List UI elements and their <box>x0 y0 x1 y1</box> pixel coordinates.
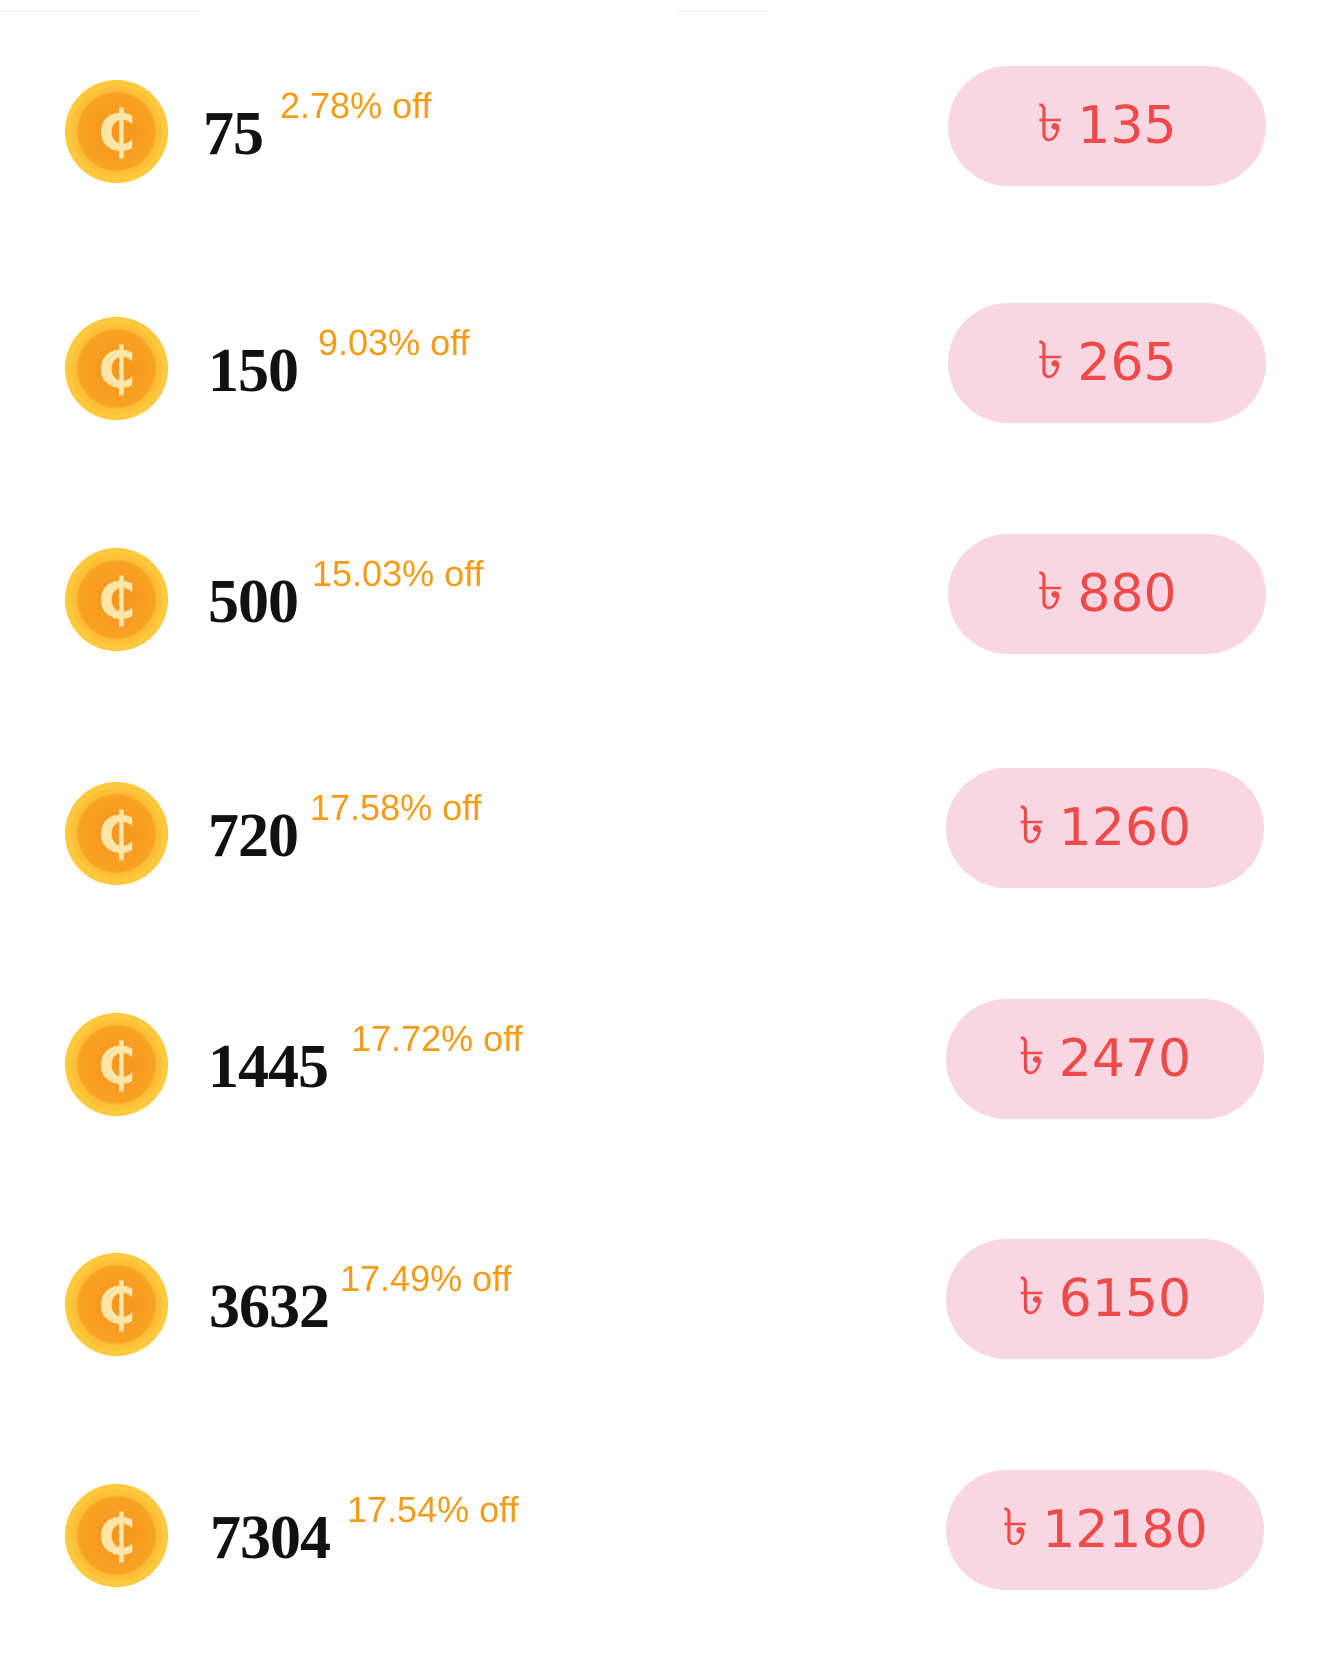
coin-package-row: ₵ 7304 17.54% off ৳ 12180 <box>0 1470 1339 1590</box>
buy-button[interactable]: ৳ 6150 <box>946 1239 1264 1359</box>
buy-button[interactable]: ৳ 135 <box>948 66 1266 186</box>
price-label: 6150 <box>1058 1269 1192 1329</box>
svg-text:₵: ₵ <box>97 801 136 866</box>
coin-package-row: ₵ 3632 17.49% off ৳ 6150 <box>0 1239 1339 1359</box>
coin-package-row: ₵ 75 2.78% off ৳ 135 <box>0 66 1339 186</box>
discount-label: 2.78% off <box>280 85 432 126</box>
coin-amount: 150 <box>208 337 299 405</box>
price-label: 12180 <box>1042 1500 1208 1560</box>
discount-label: 17.49% off <box>340 1258 512 1299</box>
coin-package-row: ₵ 1445 17.72% off ৳ 2470 <box>0 999 1339 1119</box>
currency-symbol: ৳ <box>1037 330 1064 391</box>
svg-text:₵: ₵ <box>97 567 136 632</box>
discount-label: 9.03% off <box>318 322 470 363</box>
buy-button[interactable]: ৳ 880 <box>948 534 1266 654</box>
currency-symbol: ৳ <box>1037 93 1064 154</box>
coin-amount: 75 <box>203 100 264 168</box>
coin-amount: 3632 <box>209 1273 330 1341</box>
buy-button[interactable]: ৳ 265 <box>948 303 1266 423</box>
coin-icon: ₵ <box>65 1484 168 1587</box>
svg-text:₵: ₵ <box>97 336 136 401</box>
discount-label: 17.58% off <box>310 787 482 828</box>
coin-icon: ₵ <box>65 548 168 651</box>
currency-symbol: ৳ <box>1018 1266 1045 1327</box>
price-label: 265 <box>1077 333 1177 393</box>
coin-icon: ₵ <box>65 80 168 183</box>
coin-package-row: ₵ 720 17.58% off ৳ 1260 <box>0 768 1339 888</box>
price-label: 1260 <box>1058 798 1192 858</box>
discount-label: 15.03% off <box>312 553 484 594</box>
currency-symbol: ৳ <box>1018 1026 1045 1087</box>
buy-button[interactable]: ৳ 1260 <box>946 768 1264 888</box>
price-label: 135 <box>1077 96 1177 156</box>
price-label: 2470 <box>1058 1029 1192 1089</box>
coin-icon: ₵ <box>65 782 168 885</box>
coin-package-list: ₵ 75 2.78% off ৳ 135 ₵ 150 9.03% off ৳ 265… <box>0 0 1339 1680</box>
svg-text:₵: ₵ <box>97 1032 136 1097</box>
buy-button[interactable]: ৳ 2470 <box>946 999 1264 1119</box>
coin-icon: ₵ <box>65 1013 168 1116</box>
currency-symbol: ৳ <box>1037 561 1064 622</box>
svg-text:₵: ₵ <box>97 1503 136 1568</box>
discount-label: 17.54% off <box>347 1489 519 1530</box>
coin-amount: 7304 <box>210 1504 331 1572</box>
svg-text:₵: ₵ <box>97 99 136 164</box>
svg-text:₵: ₵ <box>97 1272 136 1337</box>
discount-label: 17.72% off <box>351 1018 523 1059</box>
coin-package-row: ₵ 500 15.03% off ৳ 880 <box>0 534 1339 654</box>
coin-amount: 1445 <box>208 1033 329 1101</box>
coin-package-row: ₵ 150 9.03% off ৳ 265 <box>0 303 1339 423</box>
currency-symbol: ৳ <box>1002 1497 1029 1558</box>
buy-button[interactable]: ৳ 12180 <box>946 1470 1264 1590</box>
currency-symbol: ৳ <box>1018 795 1045 856</box>
price-label: 880 <box>1077 564 1177 624</box>
coin-amount: 720 <box>208 802 299 870</box>
coin-icon: ₵ <box>65 1253 168 1356</box>
coin-icon: ₵ <box>65 317 168 420</box>
coin-amount: 500 <box>208 568 299 636</box>
